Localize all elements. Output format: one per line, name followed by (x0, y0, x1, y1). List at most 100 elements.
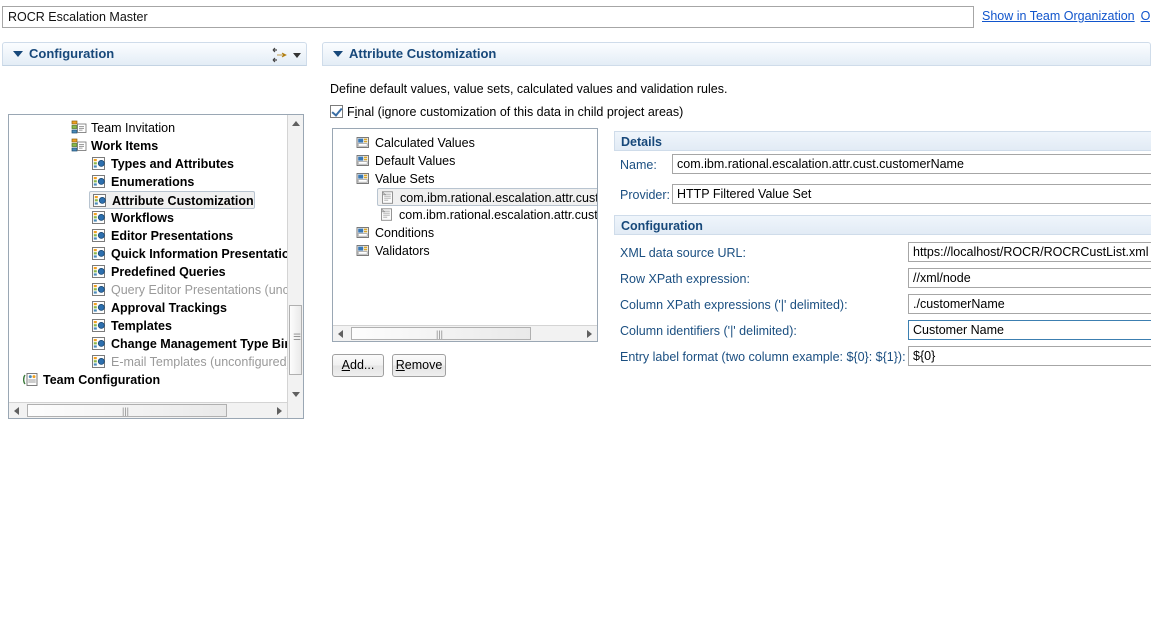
config-tree-item-label: Team Invitation (91, 121, 175, 135)
value-tree-item-label: Default Values (375, 154, 455, 168)
config-leaf-icon (92, 193, 108, 208)
scroll-down-button[interactable] (288, 386, 304, 402)
config-field-input[interactable]: //xml/node (908, 268, 1151, 288)
config-field-label: Column identifiers ('|' delimited): (620, 324, 797, 338)
link-with-editor-icon[interactable] (271, 47, 289, 63)
configuration-tree[interactable]: Team Invitation Work Items Types and Attri… (8, 114, 304, 419)
config-tree-item[interactable]: Change Management Type Bind (89, 335, 300, 353)
config-tree-item[interactable]: E-mail Templates (unconfigured) (89, 353, 291, 371)
configuration-collapse-twisty[interactable] (13, 51, 23, 57)
config-tree-item[interactable]: Attribute Customization (89, 191, 255, 209)
add-button[interactable]: Add... (332, 354, 384, 377)
config-tree-item[interactable]: Editor Presentations (89, 227, 233, 245)
value-tree-item-label: com.ibm.rational.escalation.attr.cust.cu (400, 191, 598, 205)
value-tree-item-label: Validators (375, 244, 430, 258)
configuration-tree-vscrollbar[interactable]: ☰ (287, 115, 303, 418)
config-tree-item[interactable]: Team Invitation (69, 119, 175, 137)
scroll-up-button[interactable] (288, 115, 304, 131)
config-field-input[interactable]: https://localhost/ROCR/ROCRCustList.xml (908, 242, 1151, 262)
attribute-customization-description: Define default values, value sets, calcu… (330, 82, 727, 96)
config-tree-item-label: Query Editor Presentations (uncon (111, 283, 303, 297)
configuration-group-header: Configuration (614, 215, 1151, 235)
chevron-down-icon[interactable] (293, 53, 301, 58)
config-tree-item-label: Attribute Customization (112, 194, 254, 208)
title-row: Show in Team Organization Open W (0, 6, 1151, 30)
value-tree-item[interactable]: Conditions (353, 224, 434, 242)
show-in-team-organization-link[interactable]: Show in Team Organization (982, 9, 1135, 23)
value-category-icon (355, 135, 371, 150)
config-leaf-icon (91, 174, 107, 189)
configuration-title: Configuration (29, 46, 114, 61)
config-leaf-icon (91, 300, 107, 315)
open-workspace-link[interactable]: Open W (1141, 9, 1151, 23)
config-leaf-icon (91, 156, 107, 171)
scroll-left-button[interactable] (333, 326, 349, 342)
provider-field[interactable]: HTTP Filtered Value Set (672, 184, 1151, 204)
config-field-input[interactable]: ./customerName (908, 294, 1151, 314)
config-tree-item-label: Editor Presentations (111, 229, 233, 243)
config-field-input[interactable]: Customer Name (908, 320, 1151, 340)
project-area-name-input[interactable] (2, 6, 974, 28)
value-tree-item[interactable]: com.ibm.rational.escalation.attr.cust.cu (377, 188, 598, 206)
config-tree-item[interactable]: Approval Trackings (89, 299, 227, 317)
final-checkbox-row[interactable]: Final (ignore customization of this data… (330, 105, 683, 119)
config-tree-item[interactable]: Query Editor Presentations (uncon (89, 281, 303, 299)
name-field[interactable]: com.ibm.rational.escalation.attr.cust.cu… (672, 154, 1151, 174)
final-checkbox-label: Final (ignore customization of this data… (347, 105, 683, 119)
config-tree-item-label: Approval Trackings (111, 301, 227, 315)
value-category-icon (355, 153, 371, 168)
final-checkbox[interactable] (330, 105, 343, 118)
config-tree-item-label: Work Items (91, 139, 158, 153)
value-tree-item[interactable]: Calculated Values (353, 134, 475, 152)
config-tree-item-label: E-mail Templates (unconfigured) (111, 355, 291, 369)
config-leaf-icon (91, 210, 107, 225)
attribute-tree-hscrollbar[interactable]: ||| (333, 325, 597, 341)
hscroll-thumb[interactable]: ||| (27, 404, 227, 417)
attribute-customization-title: Attribute Customization (349, 46, 496, 61)
config-field-input[interactable]: ${0} (908, 346, 1151, 366)
config-leaf-icon (91, 336, 107, 351)
remove-button[interactable]: Remove (392, 354, 446, 377)
config-leaf-icon (91, 318, 107, 333)
config-tree-item[interactable]: Quick Information Presentation (89, 245, 297, 263)
value-tree-item[interactable]: Value Sets (353, 170, 435, 188)
configuration-tree-hscrollbar[interactable]: ||| (9, 402, 287, 418)
config-tree-item[interactable]: Workflows (89, 209, 174, 227)
value-tree-item[interactable]: Validators (353, 242, 430, 260)
config-leaf-icon (91, 228, 107, 243)
value-tree-item-label: Calculated Values (375, 136, 475, 150)
attribute-customization-tree[interactable]: Calculated Values Default Values Value Set… (332, 128, 598, 342)
config-tree-item-label: Types and Attributes (111, 157, 234, 171)
config-tree-item[interactable]: Types and Attributes (89, 155, 234, 173)
scroll-right-button[interactable] (271, 403, 287, 419)
application-window: Show in Team Organization Open W Configur… (0, 0, 1151, 630)
scroll-right-button[interactable] (581, 326, 597, 342)
name-label: Name: (620, 158, 657, 172)
value-category-icon (355, 243, 371, 258)
config-field-label: Entry label format (two column example: … (620, 350, 906, 364)
config-tree-item[interactable]: Team Configuration (21, 371, 160, 389)
config-tree-item[interactable]: Enumerations (89, 173, 194, 191)
value-set-entry-icon (379, 207, 395, 222)
config-field-label: Row XPath expression: (620, 272, 750, 286)
config-tree-item-label: Change Management Type Bind (111, 337, 300, 351)
config-leaf-icon (91, 264, 107, 279)
config-tree-item-label: Quick Information Presentation (111, 247, 297, 261)
value-category-icon (355, 225, 371, 240)
value-set-entry-icon (380, 190, 396, 205)
config-tree-item-label: Enumerations (111, 175, 194, 189)
config-tree-item[interactable]: Templates (89, 317, 172, 335)
config-leaf-icon (91, 282, 107, 297)
value-tree-item-label: Value Sets (375, 172, 435, 186)
hscroll-thumb[interactable]: ||| (351, 327, 531, 340)
scroll-left-button[interactable] (9, 403, 25, 419)
value-tree-item[interactable]: Default Values (353, 152, 455, 170)
team-invitation-icon (71, 120, 87, 135)
vscroll-thumb[interactable]: ☰ (289, 305, 302, 375)
configuration-panel-header: Configuration (2, 42, 307, 66)
value-tree-item[interactable]: com.ibm.rational.escalation.attr.cust.pr (377, 206, 598, 224)
config-tree-item[interactable]: Predefined Queries (89, 263, 226, 281)
value-category-icon (355, 171, 371, 186)
attribute-customization-collapse-twisty[interactable] (333, 51, 343, 57)
config-tree-item[interactable]: Work Items (69, 137, 158, 155)
